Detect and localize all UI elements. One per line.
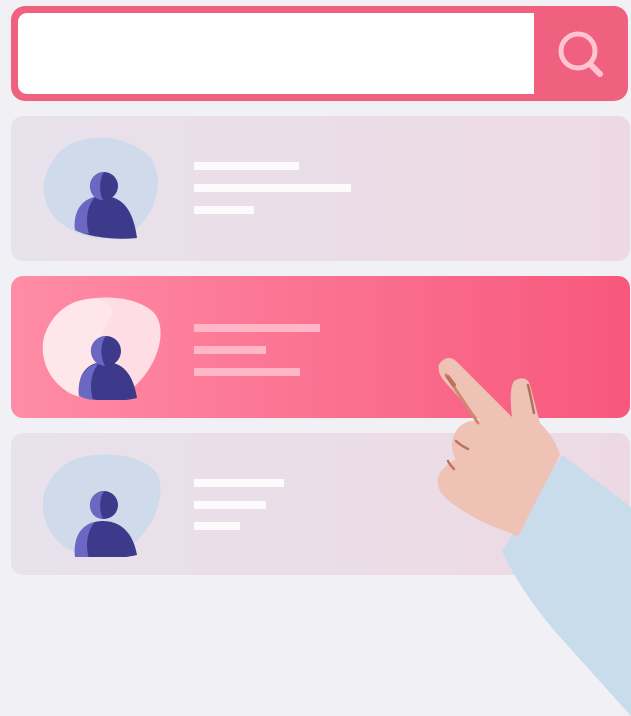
avatar [43,137,158,239]
text-placeholder-line [194,324,320,332]
avatar [42,454,161,557]
text-placeholder-line [194,184,351,192]
avatar [42,297,161,400]
result-card[interactable] [11,116,630,261]
text-placeholder-line [194,162,299,170]
pointing-hand-icon [437,358,631,716]
search-bar [11,6,628,101]
search-input[interactable] [18,13,534,94]
text-placeholder-line [194,522,240,530]
text-placeholder-line [194,368,300,376]
text-placeholder-line [194,346,266,354]
text-placeholder-line [194,501,266,509]
text-placeholder-line [194,206,254,214]
search-button[interactable] [534,6,628,101]
text-placeholder-line [194,479,284,487]
